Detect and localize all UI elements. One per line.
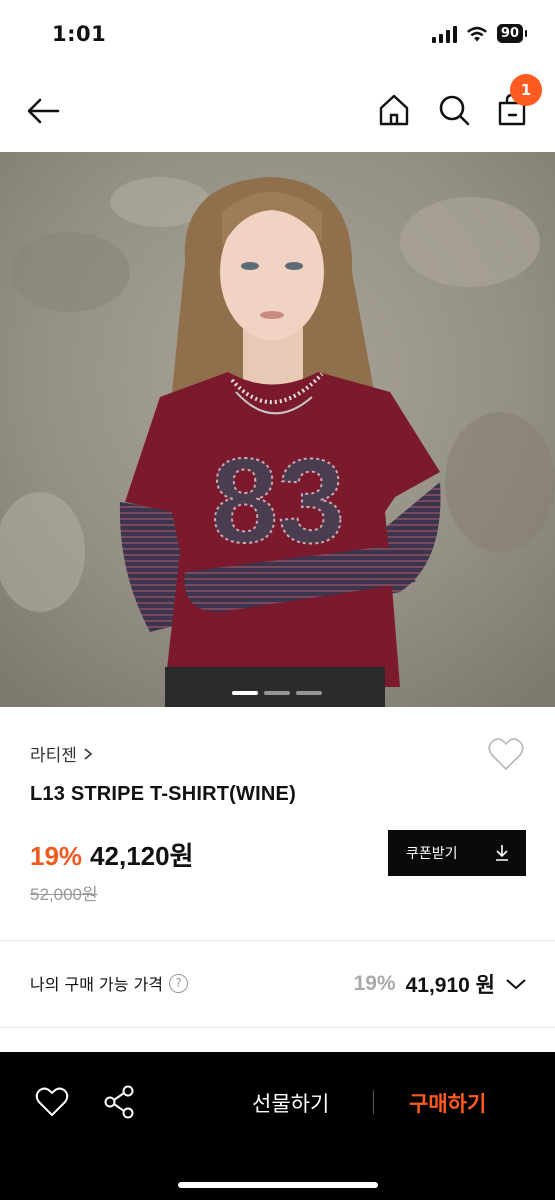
download-icon <box>496 845 508 861</box>
cart-count-badge: 1 <box>510 74 542 106</box>
my-price-value: 19% 41,910 원 <box>354 969 527 999</box>
svg-text:83: 83 <box>211 434 344 568</box>
coupon-label: 쿠폰받기 <box>406 846 458 862</box>
brand-name: 라티젠 <box>30 746 77 766</box>
discount-rate: 19% <box>30 841 83 871</box>
buy-button[interactable]: 구매하기 <box>409 1088 486 1118</box>
chevron-right-icon <box>84 747 93 760</box>
price-row: 19% 42,120원 <box>30 836 194 873</box>
my-price: 41,910 원 <box>405 974 495 997</box>
status-indicators: 90 <box>431 24 528 43</box>
share-icon[interactable] <box>100 1082 140 1122</box>
heart-icon[interactable] <box>32 1082 72 1122</box>
my-price-row[interactable]: 나의 구매 가능 가격 ? 19% 41,910 원 <box>0 941 555 1027</box>
product-photo[interactable]: 83 <box>0 152 555 707</box>
product-title: L13 STRIPE T-SHIRT(WINE) <box>30 783 296 805</box>
home-indicator <box>178 1182 378 1188</box>
status-time: 1:01 <box>52 22 107 46</box>
gift-button[interactable]: 선물하기 <box>252 1088 329 1118</box>
wifi-icon <box>466 26 487 41</box>
my-price-label-group: 나의 구매 가능 가격 ? <box>30 971 189 995</box>
my-price-label: 나의 구매 가능 가격 <box>30 975 164 994</box>
divider <box>0 1027 555 1028</box>
question-icon[interactable]: ? <box>169 973 189 993</box>
top-navigation: 1 <box>0 70 555 152</box>
get-coupon-button[interactable]: 쿠폰받기 <box>388 830 526 876</box>
home-icon[interactable] <box>374 90 414 130</box>
search-icon[interactable] <box>434 90 474 130</box>
bottom-action-bar: 선물하기 구매하기 <box>0 1052 555 1200</box>
battery-indicator: 90 <box>496 24 528 43</box>
chevron-down-icon[interactable] <box>505 977 527 991</box>
my-discount-rate: 19% <box>353 972 396 995</box>
image-pagination <box>232 690 322 696</box>
brand-link[interactable]: 라티젠 <box>30 741 93 766</box>
original-price: 52,000원 <box>30 885 98 904</box>
wishlist-heart-icon[interactable] <box>486 735 526 773</box>
divider <box>373 1090 374 1114</box>
status-bar: 1:01 90 <box>0 0 555 70</box>
arrow-left-icon[interactable] <box>22 90 64 132</box>
cellular-signal-icon <box>431 25 457 43</box>
sale-price: 42,120원 <box>90 841 194 871</box>
